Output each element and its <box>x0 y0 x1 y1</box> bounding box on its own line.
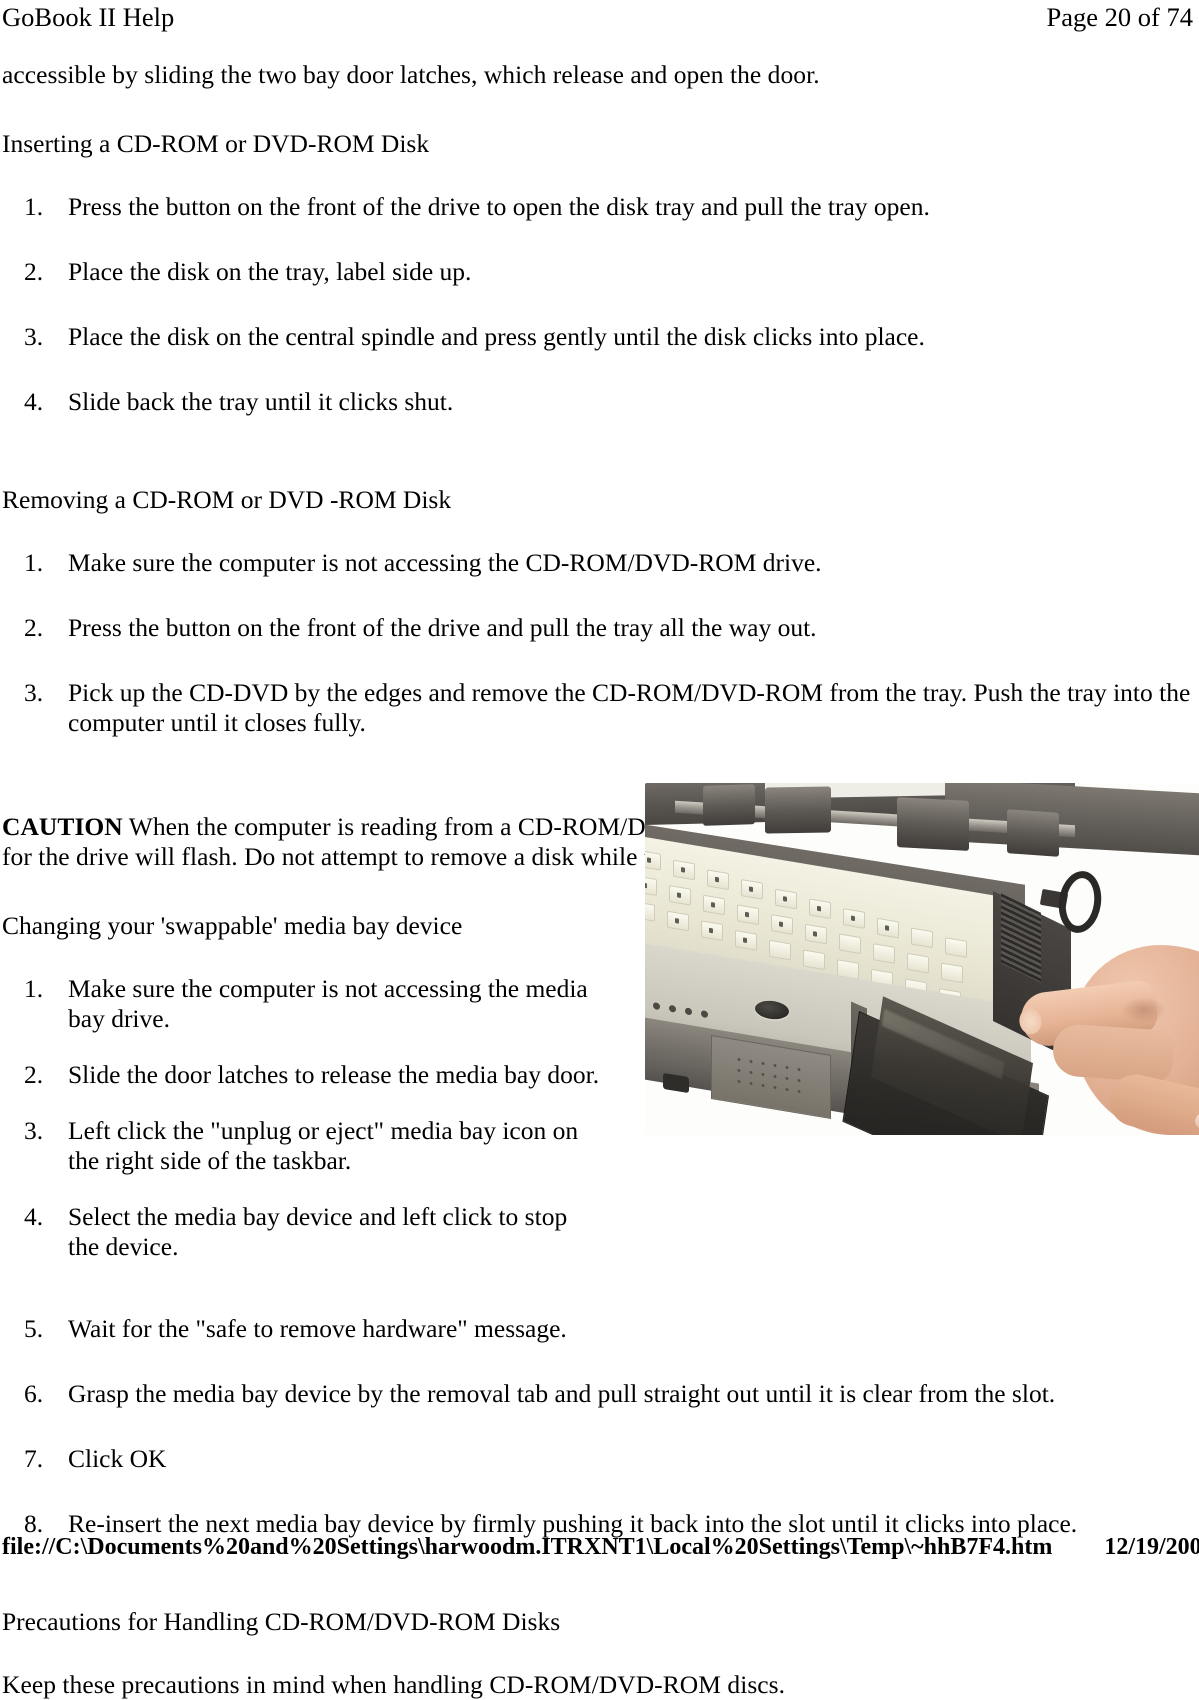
list-item: 4. Select the media bay device and left … <box>2 1202 602 1262</box>
inserting-steps-list: 1. Press the button on the front of the … <box>2 192 1194 417</box>
heading-precautions: Precautions for Handling CD-ROM/DVD-ROM … <box>2 1607 561 1636</box>
list-item-number: 2. <box>24 257 44 286</box>
changing-steps-list-wide: 5. Wait for the "safe to remove hardware… <box>2 1314 1194 1539</box>
footer-file-path: file://C:\Documents%20and%20Settings\har… <box>2 1534 1053 1560</box>
list-item: 6. Grasp the media bay device by the rem… <box>2 1379 1194 1409</box>
list-item-text: Place the disk on the tray, label side u… <box>68 257 472 286</box>
document-title: GoBook II Help <box>2 2 175 32</box>
list-item-number: 1. <box>24 974 44 1003</box>
list-item-text: Place the disk on the central spindle an… <box>68 322 925 351</box>
list-item-number: 6. <box>24 1379 44 1408</box>
list-item: 2. Slide the door latches to release the… <box>2 1060 602 1090</box>
list-item-text: Make sure the computer is not accessing … <box>68 548 822 577</box>
laptop-photo-illustration <box>645 783 1199 1135</box>
list-item-text: Wait for the "safe to remove hardware" m… <box>68 1314 567 1343</box>
list-item-text: Press the button on the front of the dri… <box>68 192 930 221</box>
list-item-number: 1. <box>24 548 44 577</box>
list-item-text: Slide back the tray until it clicks shut… <box>68 387 454 416</box>
list-item-number: 4. <box>24 387 44 416</box>
heading-removing-disk: Removing a CD-ROM or DVD -ROM Disk <box>2 485 452 514</box>
list-item: 1. Press the button on the front of the … <box>2 192 1194 222</box>
list-item-text: Slide the door latches to release the me… <box>68 1060 600 1089</box>
list-item-text: Select the media bay device and left cli… <box>68 1202 568 1261</box>
list-item: 7. Click OK <box>2 1444 1194 1474</box>
removing-steps-list: 1. Make sure the computer is not accessi… <box>2 548 1194 738</box>
list-item: 3. Pick up the CD-DVD by the edges and r… <box>2 678 1194 738</box>
list-item: 3. Left click the "unplug or eject" medi… <box>2 1116 602 1176</box>
list-item: 2. Place the disk on the tray, label sid… <box>2 257 1194 287</box>
caution-label: CAUTION <box>2 812 123 841</box>
list-item-number: 2. <box>24 613 44 642</box>
list-item-text: Pick up the CD-DVD by the edges and remo… <box>68 678 1191 737</box>
list-item-text: Grasp the media bay device by the remova… <box>68 1379 1056 1408</box>
list-item-text: Left click the "unplug or eject" media b… <box>68 1116 579 1175</box>
page-number-label: Page 20 of 74 <box>1046 2 1193 32</box>
list-item-number: 1. <box>24 192 44 221</box>
list-item-number: 2. <box>24 1060 44 1089</box>
hinge <box>765 786 831 834</box>
list-item: 1. Make sure the computer is not accessi… <box>2 548 1194 578</box>
list-item: 2. Press the button on the front of the … <box>2 613 1194 643</box>
footer-date: 12/19/2003 <box>1104 1534 1199 1560</box>
list-item: 3. Place the disk on the central spindle… <box>2 322 1194 352</box>
list-item-number: 5. <box>24 1314 44 1343</box>
port <box>663 1072 689 1094</box>
list-item-number: 3. <box>24 322 44 351</box>
list-item: 4. Slide back the tray until it clicks s… <box>2 387 1194 417</box>
precautions-paragraph: Keep these precautions in mind when hand… <box>2 1670 786 1699</box>
list-item-number: 7. <box>24 1444 44 1473</box>
list-item-number: 3. <box>24 1116 44 1145</box>
hinge <box>703 784 755 826</box>
media-bay-photo <box>645 783 1199 1135</box>
list-item-number: 3. <box>24 678 44 707</box>
list-item-text: Press the button on the front of the dri… <box>68 613 817 642</box>
middle-finger <box>1051 1022 1175 1084</box>
knuckle-shading <box>1121 997 1167 1023</box>
list-item-text: Make sure the computer is not accessing … <box>68 974 588 1033</box>
page-footer: file://C:\Documents%20and%20Settings\har… <box>0 1530 1199 1564</box>
hand-pointing <box>1017 923 1199 1135</box>
list-item: 5. Wait for the "safe to remove hardware… <box>2 1314 1194 1344</box>
hinge <box>1007 809 1059 857</box>
heading-inserting-disk: Inserting a CD-ROM or DVD-ROM Disk <box>2 129 430 158</box>
page-header: GoBook II Help Page 20 of 74 <box>0 0 1199 46</box>
list-item: 1. Make sure the computer is not accessi… <box>2 974 602 1034</box>
intro-paragraph: accessible by sliding the two bay door l… <box>2 60 820 89</box>
list-item-number: 4. <box>24 1202 44 1231</box>
hinge <box>897 797 969 851</box>
list-item-text: Click OK <box>68 1444 167 1473</box>
